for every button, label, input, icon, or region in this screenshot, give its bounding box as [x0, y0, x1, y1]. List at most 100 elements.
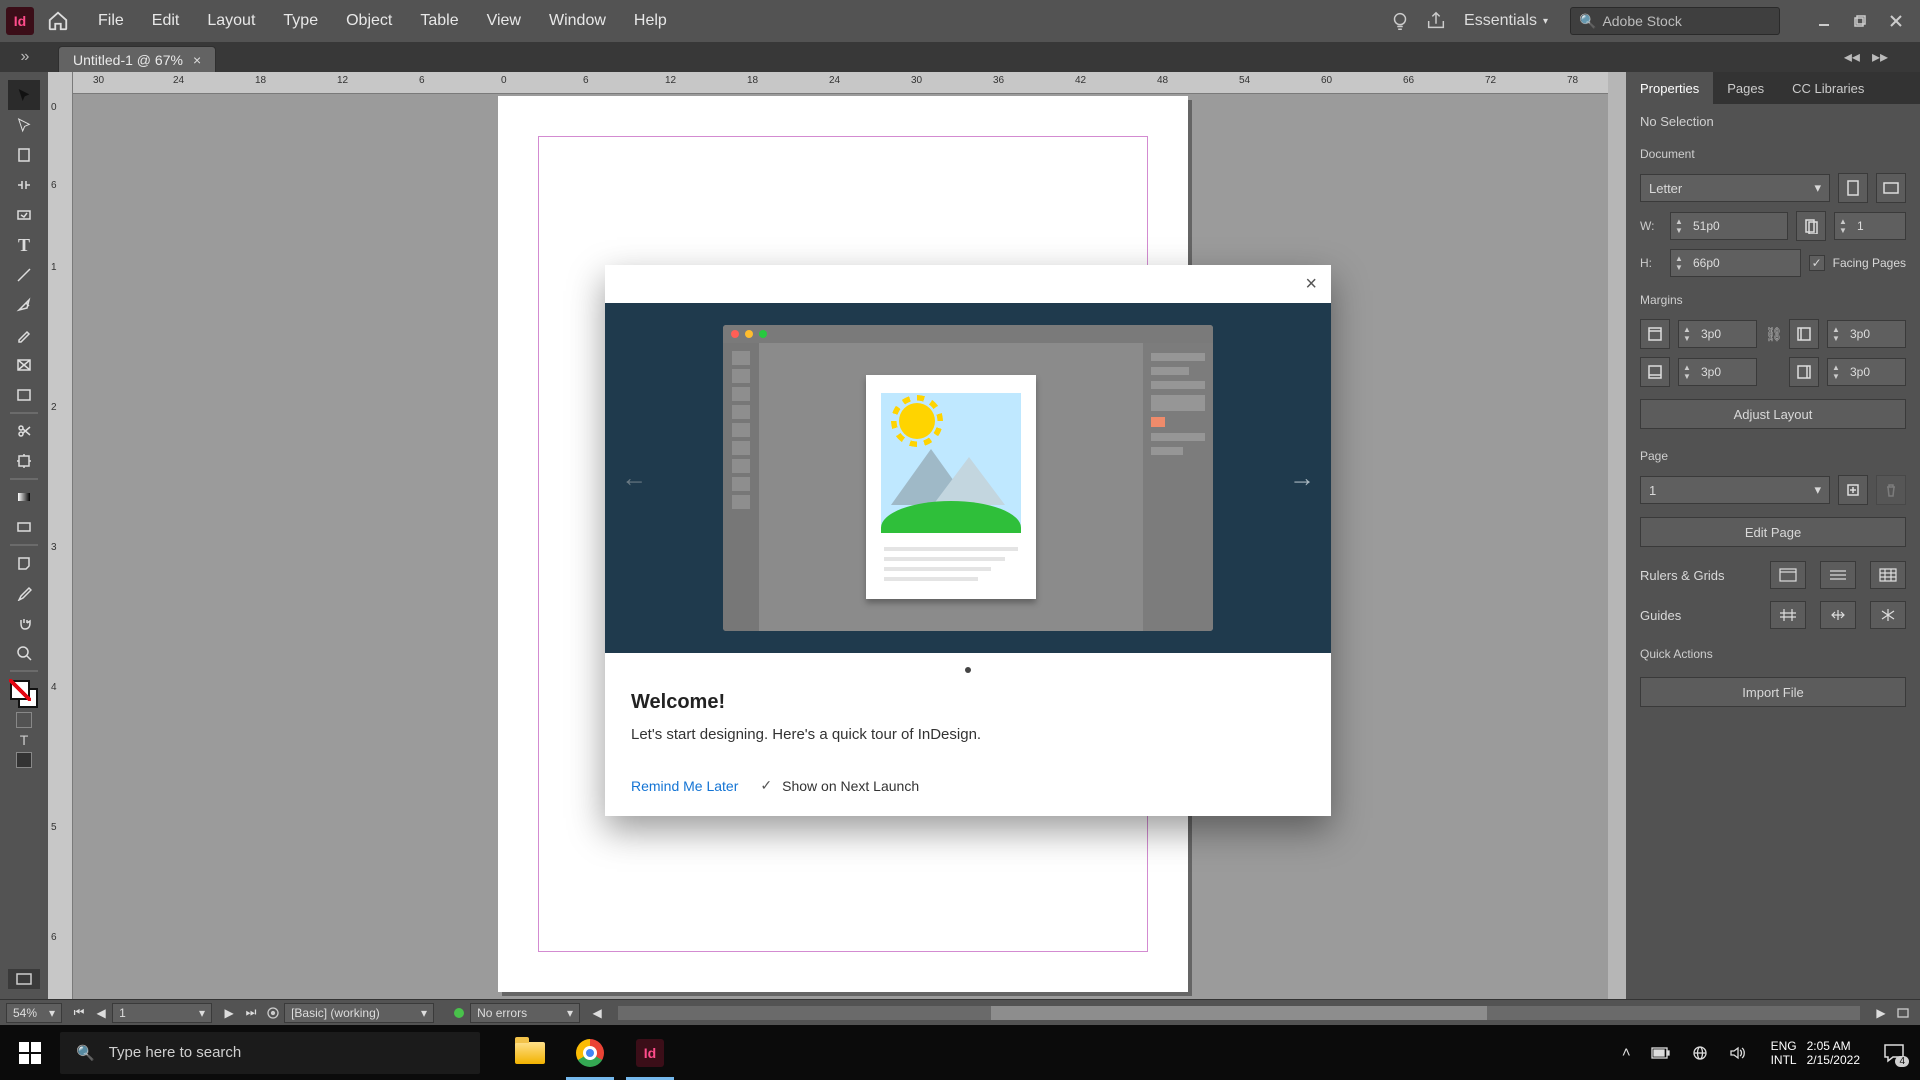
fill-stroke-swatch[interactable]	[10, 680, 38, 708]
last-page-button[interactable]: ⏭	[240, 1003, 262, 1023]
horizontal-ruler[interactable]: 30 24 18 12 6 0 6 12 18 24 30 36 42 48 5…	[73, 72, 1608, 94]
direct-selection-tool[interactable]	[8, 110, 40, 140]
guides-button-2[interactable]	[1820, 601, 1856, 629]
volume-icon[interactable]	[1719, 1046, 1757, 1060]
start-button[interactable]	[0, 1025, 60, 1080]
tabbar-expand-right-icon[interactable]: ▸▸	[1866, 47, 1894, 67]
margin-top-input[interactable]: ▲▼	[1678, 320, 1757, 348]
page-combo[interactable]: 1▾	[112, 1003, 212, 1023]
content-collector-tool[interactable]	[8, 200, 40, 230]
margin-right-input[interactable]: ▲▼	[1827, 358, 1906, 386]
modal-close-button[interactable]: ×	[1305, 273, 1317, 296]
scissors-tool[interactable]	[8, 416, 40, 446]
share-icon[interactable]	[1418, 0, 1454, 42]
height-value[interactable]	[1687, 256, 1800, 270]
menu-help[interactable]: Help	[620, 0, 681, 42]
margin-left-input[interactable]: ▲▼	[1827, 320, 1906, 348]
margin-bottom-input[interactable]: ▲▼	[1678, 358, 1757, 386]
menu-file[interactable]: File	[84, 0, 138, 42]
pencil-tool[interactable]	[8, 320, 40, 350]
document-tab[interactable]: Untitled-1 @ 67% ×	[58, 46, 216, 72]
new-page-button[interactable]	[1838, 475, 1868, 505]
orientation-landscape-button[interactable]	[1876, 173, 1906, 203]
rulers-button-2[interactable]	[1820, 561, 1856, 589]
vertical-ruler[interactable]: 0 6 1 2 3 4 5 6	[48, 72, 73, 999]
scrollbar-thumb[interactable]	[991, 1006, 1488, 1020]
margin-left-value[interactable]	[1844, 327, 1905, 341]
pages-input[interactable]: ▲▼	[1834, 212, 1906, 240]
eyedropper-tool[interactable]	[8, 578, 40, 608]
apply-color-icon[interactable]	[16, 752, 32, 768]
zoom-combo[interactable]: 54%▾	[6, 1003, 62, 1023]
first-page-button[interactable]: ⏮	[68, 1003, 90, 1023]
apply-to-text-icon[interactable]: T	[0, 732, 48, 748]
gap-tool[interactable]	[8, 170, 40, 200]
page-tool[interactable]	[8, 140, 40, 170]
hand-tool[interactable]	[8, 608, 40, 638]
margin-top-value[interactable]	[1695, 327, 1756, 341]
free-transform-tool[interactable]	[8, 446, 40, 476]
adjust-layout-button[interactable]: Adjust Layout	[1640, 399, 1906, 429]
selection-tool[interactable]	[8, 80, 40, 110]
orientation-portrait-button[interactable]	[1838, 173, 1868, 203]
carousel-next-button[interactable]: →	[1279, 453, 1325, 504]
gradient-swatch-tool[interactable]	[8, 482, 40, 512]
tab-pages[interactable]: Pages	[1713, 72, 1778, 104]
import-file-button[interactable]: Import File	[1640, 677, 1906, 707]
adobe-stock-search[interactable]: 🔍 Adobe Stock	[1570, 7, 1780, 35]
height-input[interactable]: ▲▼	[1670, 249, 1801, 277]
menu-edit[interactable]: Edit	[138, 0, 194, 42]
network-icon[interactable]	[1681, 1046, 1719, 1060]
width-value[interactable]	[1687, 219, 1787, 233]
margin-right-value[interactable]	[1844, 365, 1905, 379]
pages-value[interactable]	[1851, 219, 1905, 233]
tabbar-expand-left-icon[interactable]: ◂◂	[1838, 47, 1866, 67]
notifications-button[interactable]: 4	[1874, 1025, 1914, 1080]
battery-icon[interactable]	[1641, 1047, 1681, 1059]
rulers-button-1[interactable]	[1770, 561, 1806, 589]
page-preset-select[interactable]: Letter ▾	[1640, 174, 1830, 202]
line-tool[interactable]	[8, 260, 40, 290]
guides-button-3[interactable]	[1870, 601, 1906, 629]
window-restore-button[interactable]	[1842, 0, 1878, 42]
delete-page-button[interactable]	[1876, 475, 1906, 505]
taskbar-indesign[interactable]: Id	[620, 1025, 680, 1080]
pages-icon[interactable]	[1796, 211, 1826, 241]
guides-button-1[interactable]	[1770, 601, 1806, 629]
tab-overflow-icon[interactable]: »	[0, 42, 50, 72]
taskbar-clock[interactable]: ENG2:05 AM INTL2/15/2022	[1757, 1039, 1874, 1067]
window-close-button[interactable]	[1878, 0, 1914, 42]
next-page-button[interactable]: ▶	[218, 1003, 240, 1023]
preflight-combo[interactable]: No errors▾	[470, 1003, 580, 1023]
horizontal-scrollbar[interactable]	[618, 1006, 1860, 1020]
menu-table[interactable]: Table	[406, 0, 472, 42]
open-navigator-button[interactable]	[262, 1003, 284, 1023]
edit-page-button[interactable]: Edit Page	[1640, 517, 1906, 547]
close-tab-icon[interactable]: ×	[193, 52, 201, 68]
zoom-tool[interactable]	[8, 638, 40, 668]
tab-properties[interactable]: Properties	[1626, 72, 1713, 104]
page-select[interactable]: 1 ▾	[1640, 476, 1830, 504]
tray-overflow-icon[interactable]: ˄	[1612, 1044, 1641, 1061]
vertical-scrollbar[interactable]	[1608, 72, 1626, 999]
menu-window[interactable]: Window	[535, 0, 620, 42]
remind-later-link[interactable]: Remind Me Later	[631, 778, 738, 794]
rulers-button-3[interactable]	[1870, 561, 1906, 589]
workspace-switcher[interactable]: Essentials ▾	[1454, 12, 1558, 30]
margin-bottom-value[interactable]	[1695, 365, 1756, 379]
scroll-right-button[interactable]: ▶	[1870, 1003, 1892, 1023]
menu-view[interactable]: View	[473, 0, 535, 42]
scroll-left-button[interactable]: ◀	[586, 1003, 608, 1023]
menu-type[interactable]: Type	[269, 0, 332, 42]
home-button[interactable]	[44, 7, 72, 35]
rectangle-tool[interactable]	[8, 380, 40, 410]
learn-icon[interactable]	[1382, 0, 1418, 42]
tab-cc-libraries[interactable]: CC Libraries	[1778, 72, 1878, 104]
taskbar-search[interactable]: 🔍 Type here to search	[60, 1032, 480, 1074]
default-fill-stroke-icon[interactable]	[16, 712, 32, 728]
screen-mode-toggle[interactable]	[1892, 1003, 1914, 1023]
facing-pages-checkbox[interactable]: ✓	[1809, 255, 1825, 271]
menu-object[interactable]: Object	[332, 0, 406, 42]
taskbar-file-explorer[interactable]	[500, 1025, 560, 1080]
screen-mode-button[interactable]	[8, 969, 40, 989]
